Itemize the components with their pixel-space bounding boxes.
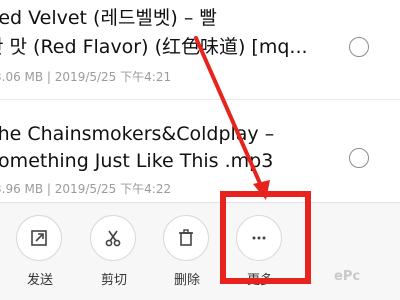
watermark: ePc <box>334 269 361 284</box>
send-button[interactable]: 发送 <box>14 215 66 295</box>
file-name-line: 간 맛 (Red Flavor) (红色味道) [mq... <box>0 36 308 58</box>
file-name-line: Red Velvet (레드벨벳) – 빨 <box>0 7 217 29</box>
send-label: 发送 <box>26 273 53 288</box>
file-item[interactable]: Red Velvet (레드벨벳) – 빨 간 맛 (Red Flavor) (… <box>0 0 400 100</box>
delete-button[interactable]: 删除 <box>161 215 213 295</box>
cut-button[interactable]: 剪切 <box>88 215 140 295</box>
select-radio[interactable] <box>349 37 369 57</box>
file-list: Red Velvet (레드벨벳) – 빨 간 맛 (Red Flavor) (… <box>0 0 400 202</box>
share-icon <box>16 215 62 261</box>
bottom-action-bar: 发送 剪切 删除 更多 ePc <box>0 202 400 300</box>
file-meta: 3.96 MB | 2019/5/25 下午4:22 <box>0 182 172 196</box>
file-name-line: Something Just Like This .mp3 <box>0 150 274 172</box>
trash-icon <box>163 215 209 261</box>
select-radio[interactable] <box>349 148 369 168</box>
cut-label: 剪切 <box>100 273 127 288</box>
file-item[interactable]: The Chainsmokers&Coldplay – Something Ju… <box>0 100 400 202</box>
scissors-icon <box>90 215 136 261</box>
delete-label: 删除 <box>173 273 200 288</box>
file-meta: 3.06 MB | 2019/5/25 下午4:21 <box>0 70 172 84</box>
file-name-line: The Chainsmokers&Coldplay – <box>0 123 275 145</box>
highlight-box <box>220 191 311 284</box>
